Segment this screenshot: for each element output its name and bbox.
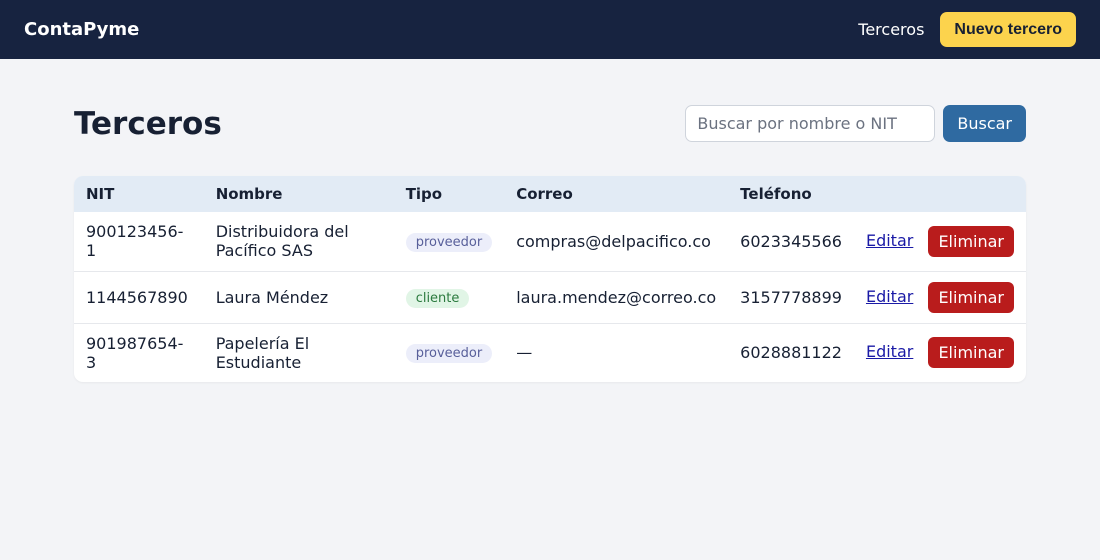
nav-links: Terceros Nuevo tercero [858,12,1076,47]
delete-button[interactable]: Eliminar [928,337,1014,369]
column-header-actions [854,176,1026,212]
type-badge: cliente [405,288,470,308]
type-badge: proveedor [405,344,493,364]
column-header-tipo: Tipo [405,185,443,203]
cell-nit: 900123456-1 [86,222,184,261]
edit-link[interactable]: Editar [866,231,913,250]
search-form: Buscar [685,105,1026,142]
table-row: 900123456-1 Distribuidora del Pacífico S… [74,212,1026,271]
cell-telefono: 6023345566 [740,231,842,251]
cell-correo: compras@delpacifico.co [516,231,711,251]
cell-actions: Editar Eliminar [854,212,1026,271]
cell-correo: laura.mendez@correo.co [516,287,717,307]
cell-nit: 901987654-3 [86,333,184,372]
edit-link[interactable]: Editar [866,287,913,306]
type-badge: proveedor [405,232,493,252]
table-row: 1144567890 Laura Méndez cliente laura.me… [74,271,1026,323]
column-header-correo: Correo [516,185,573,203]
edit-link[interactable]: Editar [866,342,913,361]
brand-logo[interactable]: ContaPyme [24,19,139,40]
delete-button[interactable]: Eliminar [928,225,1014,257]
page-title: Terceros [74,105,222,142]
search-input[interactable] [685,105,936,142]
cell-nombre: Distribuidora del Pacífico SAS [215,222,349,261]
main-content: Terceros Buscar NIT Nombre Tipo Correo T… [0,105,1100,382]
terceros-table-card: NIT Nombre Tipo Correo Teléfono 90012345… [74,176,1026,382]
cell-tipo: cliente [394,271,505,323]
new-third-party-button[interactable]: Nuevo tercero [940,12,1076,47]
terceros-table: NIT Nombre Tipo Correo Teléfono 90012345… [74,176,1026,382]
cell-actions: Editar Eliminar [854,323,1026,382]
page-header: Terceros Buscar [74,105,1026,142]
table-header-row: NIT Nombre Tipo Correo Teléfono [74,176,1026,212]
cell-nombre: Laura Méndez [215,287,329,307]
top-navbar: ContaPyme Terceros Nuevo tercero [0,0,1100,59]
cell-tipo: proveedor [394,323,505,382]
cell-tipo: proveedor [394,212,505,271]
cell-nit: 1144567890 [86,287,188,307]
cell-nombre: Papelería El Estudiante [215,333,310,372]
cell-telefono: 3157778899 [740,287,842,307]
table-row: 901987654-3 Papelería El Estudiante prov… [74,323,1026,382]
cell-correo: — [516,343,533,363]
column-header-nombre: Nombre [215,185,283,203]
cell-telefono: 6028881122 [740,343,842,363]
column-header-nit: NIT [86,185,115,203]
search-button[interactable]: Buscar [943,105,1026,142]
cell-actions: Editar Eliminar [854,271,1026,323]
column-header-telefono: Teléfono [740,185,812,203]
delete-button[interactable]: Eliminar [928,281,1014,313]
nav-link-terceros[interactable]: Terceros [858,20,924,39]
